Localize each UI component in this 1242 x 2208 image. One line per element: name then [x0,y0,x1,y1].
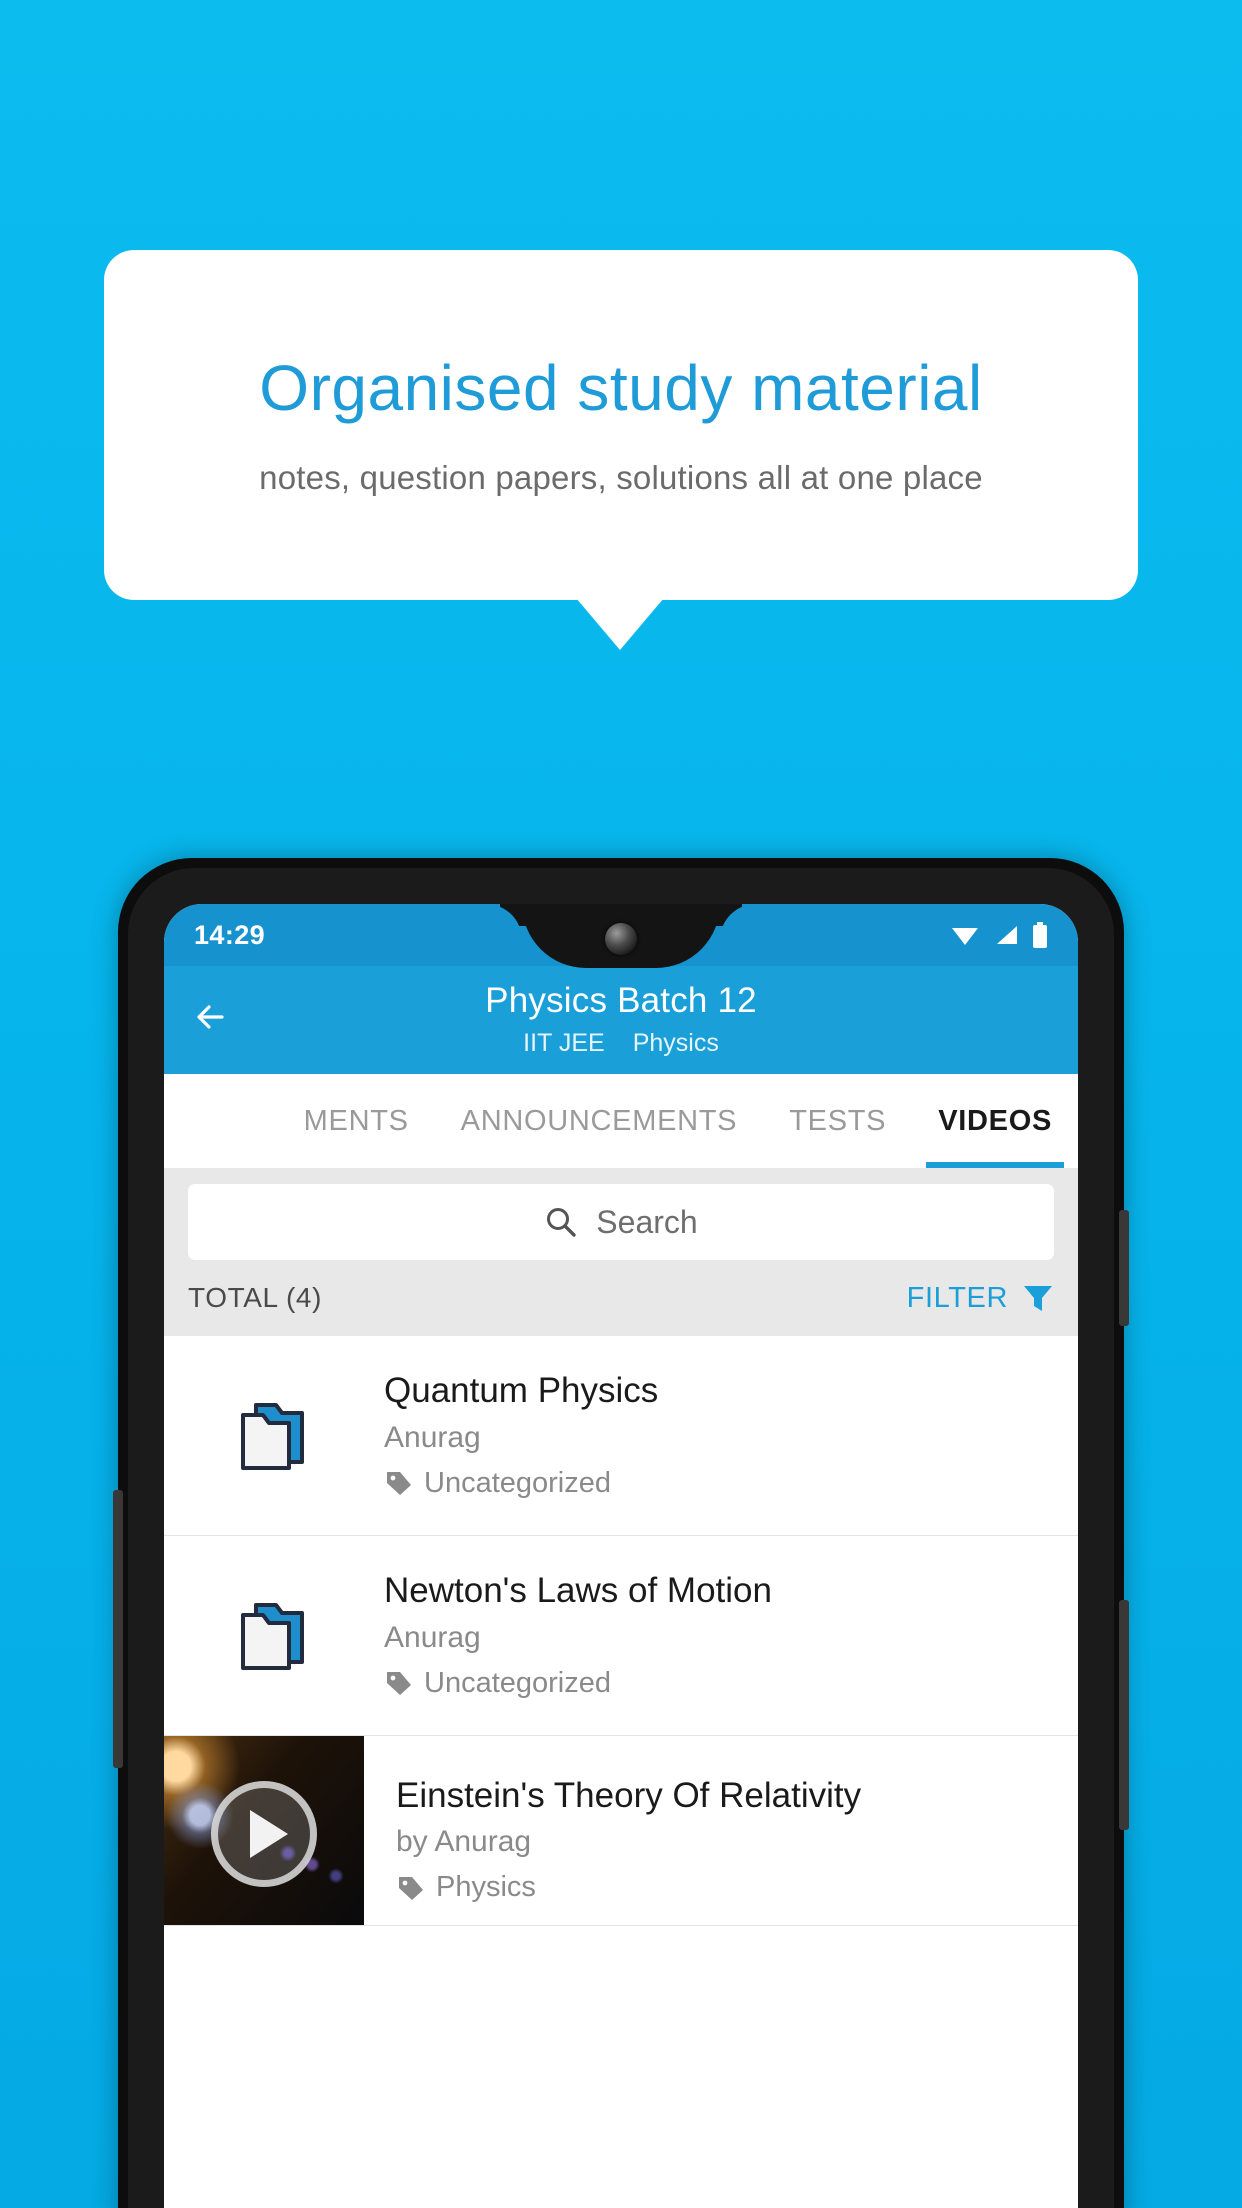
total-count: TOTAL (4) [188,1282,323,1313]
status-time: 14:29 [194,919,266,950]
play-icon[interactable] [211,1781,317,1888]
filter-label: FILTER [906,1281,1008,1314]
phone-screen: 14:29 Physics Batch 12 IIT JEE Physics M… [164,904,1078,2208]
power-button[interactable] [1119,1210,1129,1326]
item-author: Anurag [384,1620,481,1654]
back-button[interactable] [188,994,234,1045]
tag-icon [399,1876,423,1900]
list-toolbar: TOTAL (4) FILTER [164,1260,1078,1336]
volume-button-right[interactable] [1119,1600,1129,1830]
item-body: Quantum Physics Anurag Uncategorized [384,1371,678,1499]
list-item[interactable]: Newton's Laws of Motion Anurag Uncategor… [164,1536,1078,1736]
tab-bar: MENTS ANNOUNCEMENTS TESTS VIDEOS [164,1074,1078,1168]
promo-card: Organised study material notes, question… [104,250,1138,600]
list-item[interactable]: Einstein's Theory Of Relativity by Anura… [164,1736,1078,1926]
search-placeholder: Search [596,1203,698,1240]
item-tag: Uncategorized [384,1667,772,1700]
play-triangle [250,1810,288,1859]
tag-icon [387,1672,411,1696]
front-camera-icon [605,923,637,955]
breadcrumb-subject: Physics [632,1028,719,1057]
item-tag: Uncategorized [384,1467,658,1500]
search-zone: Search [164,1168,1078,1260]
item-body: Einstein's Theory Of Relativity by Anura… [364,1736,881,1925]
battery-icon [1033,922,1047,948]
item-title: Quantum Physics [384,1371,659,1411]
item-icon [164,1396,384,1476]
phone-mockup: 14:29 Physics Batch 12 IIT JEE Physics M… [113,858,1129,2208]
list-item[interactable]: Quantum Physics Anurag Uncategorized [164,1336,1078,1536]
tab-announcements[interactable]: ANNOUNCEMENTS [461,1074,738,1168]
filter-button[interactable]: FILTER [907,1280,1056,1316]
speech-bubble-tail [576,598,664,650]
search-input[interactable]: Search [188,1184,1054,1260]
item-icon [164,1596,384,1676]
item-tag: Physics [396,1871,861,1904]
tab-assignments[interactable]: MENTS [304,1074,409,1168]
item-tag-label: Physics [436,1871,536,1904]
volume-button-left[interactable] [113,1490,123,1768]
folder-icon [241,1602,304,1670]
item-tag-label: Uncategorized [424,1666,611,1699]
camera-notch [522,904,720,968]
tab-tests[interactable]: TESTS [789,1074,886,1168]
back-arrow-icon [197,1005,224,1029]
item-body: Newton's Laws of Motion Anurag Uncategor… [384,1571,792,1699]
wifi-icon [952,928,978,945]
tag-icon [387,1472,411,1496]
page-title: Physics Batch 12 [485,980,757,1020]
filter-icon [1024,1286,1052,1311]
promo-title: Organised study material [259,351,983,424]
breadcrumb-exam: IIT JEE [523,1028,605,1057]
status-bar: 14:29 [164,904,1078,968]
promo-subtitle: notes, question papers, solutions all at… [259,459,983,497]
tab-videos[interactable]: VIDEOS [926,1074,1064,1168]
video-list: Quantum Physics Anurag Uncategorized New… [164,1336,1078,1926]
signal-icon [997,926,1017,944]
item-title: Newton's Laws of Motion [384,1571,772,1611]
search-icon [547,1208,576,1237]
video-thumbnail[interactable] [164,1736,364,1925]
item-title: Einstein's Theory Of Relativity [396,1776,862,1815]
folder-icon [241,1402,304,1470]
status-icons [950,922,1048,948]
item-author: Anurag [384,1420,481,1454]
breadcrumb: IIT JEE Physics [523,1029,719,1058]
app-bar: Physics Batch 12 IIT JEE Physics [164,966,1078,1074]
item-tag-label: Uncategorized [424,1466,611,1499]
item-author: by Anurag [396,1825,532,1859]
